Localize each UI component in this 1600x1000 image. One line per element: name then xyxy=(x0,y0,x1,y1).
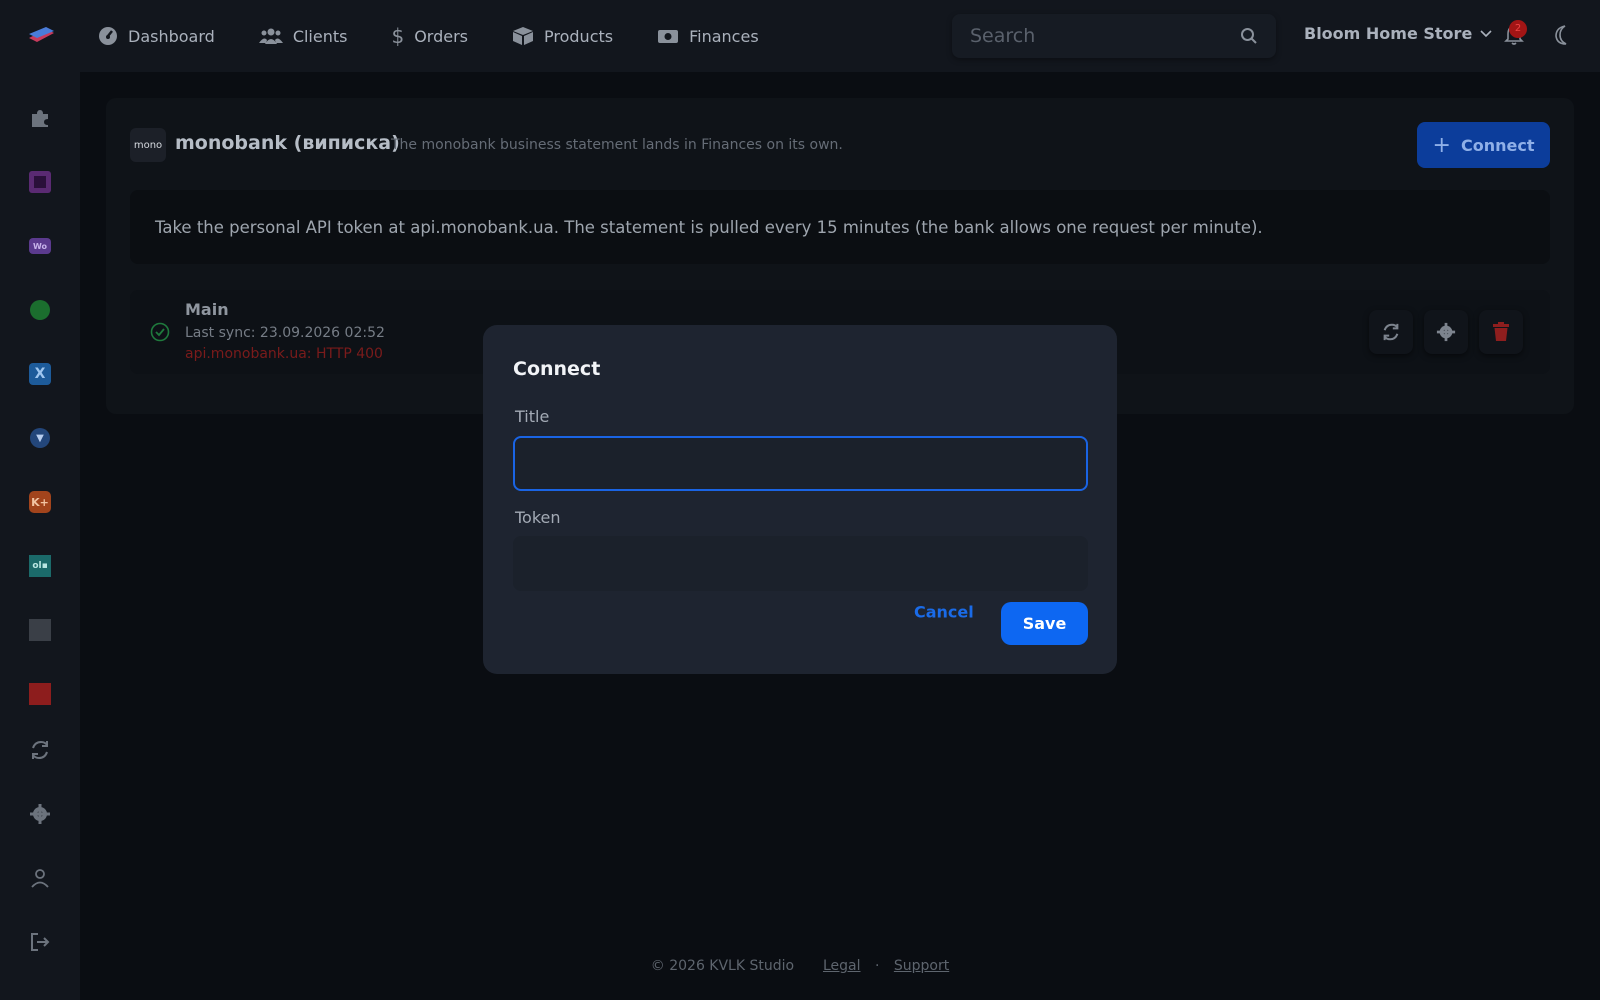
green-app-icon[interactable] xyxy=(28,298,52,322)
nav-finances[interactable]: Finances xyxy=(657,27,759,46)
token-input[interactable] xyxy=(513,536,1088,591)
info-text: Take the personal API token at api.monob… xyxy=(155,217,1263,237)
gauge-icon xyxy=(99,27,117,45)
nav-label: Finances xyxy=(689,26,759,46)
user-icon[interactable] xyxy=(28,866,52,890)
gear-icon xyxy=(1436,322,1456,342)
copyright-text: © 2026 KVLK Studio xyxy=(650,958,795,974)
check-circle-icon xyxy=(150,322,170,342)
nav-products[interactable]: Products xyxy=(512,26,613,46)
trash-icon xyxy=(1493,322,1509,341)
store-name: Bloom Home Store xyxy=(1304,24,1473,43)
sync-icon[interactable] xyxy=(28,738,52,762)
monobank-logo: mono xyxy=(130,128,166,162)
logout-icon[interactable] xyxy=(28,930,52,954)
nav-label: Products xyxy=(544,26,614,46)
main-nav: Dashboard Clients $ Orders Products Fina… xyxy=(98,0,803,72)
account-error: api.monobank.ua: HTTP 400 xyxy=(185,346,383,362)
nav-clients[interactable]: Clients xyxy=(258,26,348,46)
search-input[interactable] xyxy=(970,25,1240,47)
box-icon xyxy=(513,27,534,45)
save-button[interactable]: Save xyxy=(1001,602,1088,645)
connect-button[interactable]: + Connect xyxy=(1417,122,1550,168)
dialog-title: Connect xyxy=(513,358,601,380)
info-box: Take the personal API token at api.monob… xyxy=(130,190,1550,264)
nav-label: Orders xyxy=(414,26,469,46)
settings-button[interactable] xyxy=(1424,310,1468,354)
connect-dialog: Connect Title Token Cancel Save xyxy=(483,325,1117,674)
plus-icon: + xyxy=(1432,132,1451,158)
woo-icon[interactable]: Wo xyxy=(28,234,52,258)
sidebar: Wo X ▼ K+ ol▪ xyxy=(0,72,80,1000)
app-logo-icon[interactable] xyxy=(26,24,56,48)
square-app-icon[interactable] xyxy=(28,170,52,194)
account-last-sync: Last sync: 23.09.2026 02:52 xyxy=(185,325,385,341)
kplus-app-icon[interactable]: K+ xyxy=(28,490,52,514)
notification-badge: 2 xyxy=(1509,20,1527,38)
search-icon[interactable] xyxy=(1240,27,1258,45)
image-app-icon[interactable] xyxy=(28,618,52,642)
nav-orders[interactable]: $ Orders xyxy=(391,24,468,48)
x-app-icon[interactable]: X xyxy=(28,362,52,386)
top-bar: Dashboard Clients $ Orders Products Fina… xyxy=(0,0,1600,72)
olx-app-icon[interactable]: ol▪ xyxy=(28,554,52,578)
footer-separator: · xyxy=(874,958,880,974)
integration-title: monobank (виписка) xyxy=(175,132,400,154)
legal-link[interactable]: Legal xyxy=(823,958,861,974)
title-input[interactable] xyxy=(513,436,1088,491)
money-icon xyxy=(658,30,679,43)
token-label: Token xyxy=(515,508,561,527)
cancel-button[interactable]: Cancel xyxy=(914,603,974,622)
connect-label: Connect xyxy=(1460,135,1535,155)
network-app-icon[interactable] xyxy=(28,682,52,706)
sync-button[interactable] xyxy=(1369,310,1413,354)
account-name: Main xyxy=(185,300,229,319)
moon-icon[interactable] xyxy=(1552,24,1572,46)
store-selector[interactable]: Bloom Home Store xyxy=(1304,24,1492,43)
shield-app-icon[interactable]: ▼ xyxy=(28,426,52,450)
delete-button[interactable] xyxy=(1479,310,1523,354)
dollar-icon: $ xyxy=(391,24,405,48)
footer: © 2026 KVLK Studio Legal · Support xyxy=(0,958,1600,974)
support-link[interactable]: Support xyxy=(894,958,949,974)
gear-icon[interactable] xyxy=(28,802,52,826)
puzzle-icon[interactable] xyxy=(28,106,52,130)
chevron-down-icon xyxy=(1480,29,1492,37)
nav-label: Dashboard xyxy=(128,26,215,46)
search-box xyxy=(952,14,1276,58)
users-icon xyxy=(258,28,283,44)
nav-label: Clients xyxy=(292,26,348,46)
refresh-icon xyxy=(1383,323,1399,341)
integration-description: The monobank business statement lands in… xyxy=(391,137,843,153)
nav-dashboard[interactable]: Dashboard xyxy=(98,26,215,46)
title-label: Title xyxy=(515,407,550,426)
